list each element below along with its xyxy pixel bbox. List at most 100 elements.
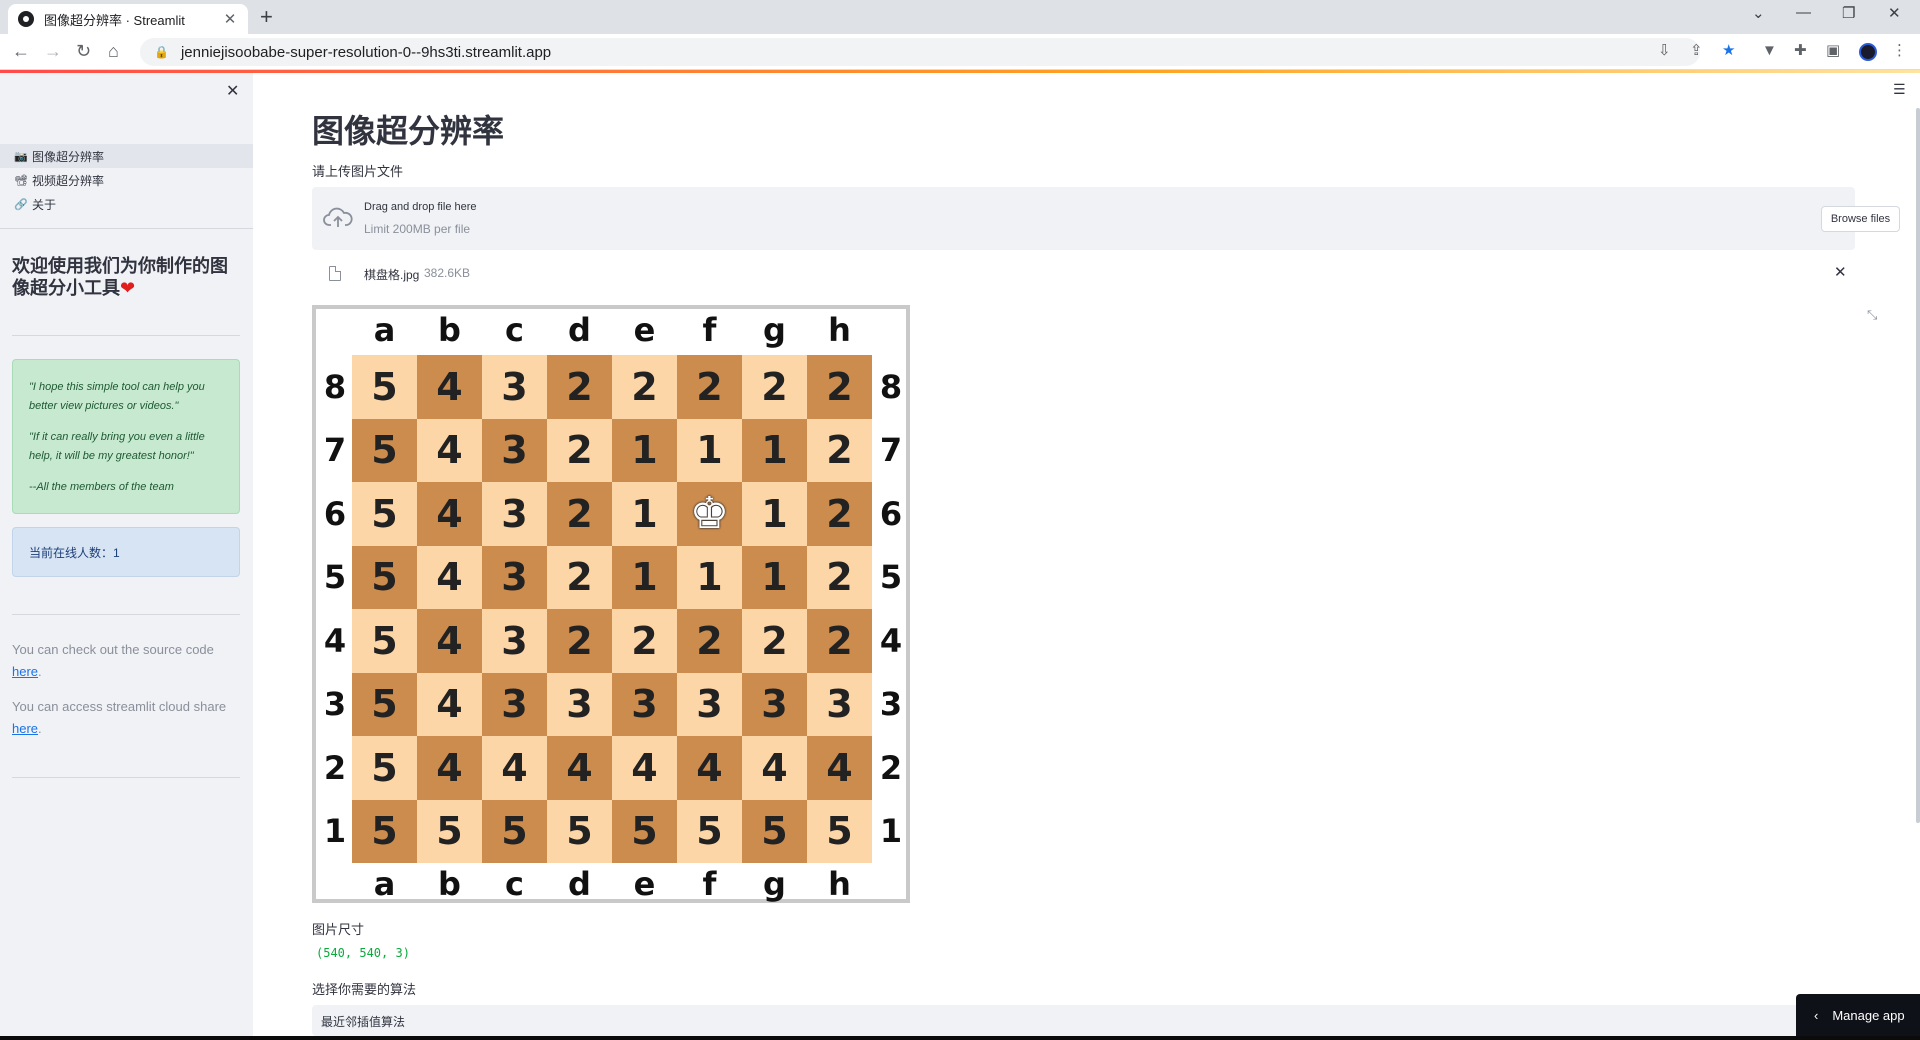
board-square: 4 [417, 355, 482, 419]
board-square: 3 [612, 672, 677, 736]
board-square: 2 [677, 609, 742, 673]
board-square: 5 [352, 799, 417, 863]
rank-coordinate-label: 8 [323, 367, 347, 406]
main-content: ☰ 图像超分辨率 请上传图片文件 Drag and drop file here… [253, 73, 1920, 1036]
board-square: 1 [677, 418, 742, 482]
chrome-menu-icon[interactable]: ⋮ [1892, 43, 1907, 59]
sidebar-item-label: 图像超分辨率 [32, 149, 105, 164]
close-window-button[interactable]: ✕ [1888, 4, 1901, 22]
lock-icon[interactable]: 🔒 [154, 45, 169, 59]
cloud-share-text: You can access streamlit cloud share [12, 699, 227, 714]
board-square: 1 [742, 545, 807, 609]
board-square: 1 [677, 545, 742, 609]
browse-files-button[interactable]: Browse files [1821, 206, 1900, 232]
remove-file-icon[interactable]: ✕ [1834, 263, 1847, 281]
cloud-share-link[interactable]: here [12, 721, 38, 736]
board-square: 5 [482, 799, 547, 863]
board-square: 4 [417, 736, 482, 800]
address-bar[interactable]: 🔒 jenniejisoobabe-super-resolution-0--9h… [140, 38, 1700, 66]
algorithm-select[interactable]: 最近邻插值算法 [312, 1005, 1855, 1036]
board-square: 1 [742, 418, 807, 482]
image-size-value: (540, 540, 3) [316, 946, 410, 960]
bookmark-star-icon[interactable]: ★ [1722, 43, 1735, 59]
restore-button[interactable]: ❐ [1842, 4, 1855, 22]
sidebar: ✕ 📷 图像超分辨率 📽 视频超分辨率 🔗 关于 欢迎使用我们为你制作的图像超分… [0, 73, 253, 1036]
new-tab-button[interactable]: + [260, 6, 273, 28]
sidebar-close-icon[interactable]: ✕ [226, 81, 239, 101]
file-dropzone[interactable]: Drag and drop file here Limit 200MB per … [312, 187, 1900, 250]
board-square: 2 [547, 482, 612, 546]
file-coordinate-label: g [763, 311, 786, 349]
heart-icon: ❤ [120, 278, 136, 298]
board-square: 3 [482, 355, 547, 419]
board-square: 2 [612, 609, 677, 673]
source-code-link[interactable]: here [12, 664, 38, 679]
board-square: 2 [742, 609, 807, 673]
file-size: 382.6KB [424, 266, 471, 280]
file-coordinate-label: a [373, 311, 396, 349]
board-square: 5 [352, 418, 417, 482]
board-square: 5 [742, 799, 807, 863]
extension-v-icon[interactable]: ▼ [1762, 43, 1777, 59]
hamburger-menu-icon[interactable]: ☰ [1893, 81, 1906, 98]
share-icon[interactable]: ⇪ [1690, 43, 1703, 59]
uploaded-image: 5 4 3 2 2 2 2 2 5 4 3 2 1 1 1 2 5 4 3 2 1 ♚ 1 2 5 4 3 2 1 1 1 2 5 4 3 2 2 2 2 2… [312, 305, 910, 903]
page-title: 图像超分辨率 [312, 113, 505, 149]
reload-icon[interactable]: ↻ [76, 41, 91, 61]
sidebar-nav-divider [0, 228, 253, 229]
url-text: jenniejisoobabe-super-resolution-0--9hs3… [180, 43, 552, 61]
back-icon[interactable]: ← [12, 41, 30, 61]
board-square: 1 [612, 482, 677, 546]
board-square: 3 [482, 609, 547, 673]
king-piece-icon: ♚ [677, 482, 742, 546]
board-square: 2 [547, 418, 612, 482]
board-square: 2 [742, 355, 807, 419]
extensions-puzzle-icon[interactable]: ✚ [1794, 43, 1807, 59]
file-coordinate-label: e [633, 311, 656, 349]
side-panel-icon[interactable]: ▣ [1826, 43, 1840, 59]
forward-icon[interactable]: → [44, 41, 62, 61]
online-count-box: 当前在线人数：1 [12, 527, 240, 577]
board-square: 5 [547, 799, 612, 863]
sidebar-item-video-sr[interactable]: 📽 视频超分辨率 [0, 168, 253, 192]
board-square: 3 [807, 672, 872, 736]
welcome-heading: 欢迎使用我们为你制作的图像超分小工具❤ [12, 255, 242, 299]
minimize-button[interactable]: — [1796, 4, 1811, 21]
home-icon[interactable]: ⌂ [108, 41, 119, 61]
fullscreen-icon[interactable]: ⤡ [1867, 307, 1877, 323]
file-coordinate-label: f [702, 865, 717, 903]
board-square: 4 [742, 736, 807, 800]
period: . [38, 721, 42, 736]
upload-label: 请上传图片文件 [312, 164, 404, 179]
board-square: 3 [677, 672, 742, 736]
rank-coordinate-label: 3 [323, 685, 347, 724]
manage-app-button[interactable]: ‹ Manage app [1796, 994, 1920, 1036]
file-coordinate-label: h [828, 311, 851, 349]
file-coordinate-label: h [828, 865, 851, 903]
team-quote-box: "I hope this simple tool can help you be… [12, 359, 240, 514]
rank-coordinate-label: 3 [879, 685, 903, 724]
board-square: 2 [547, 545, 612, 609]
rank-coordinate-label: 7 [879, 431, 903, 470]
sidebar-item-image-sr[interactable]: 📷 图像超分辨率 [0, 144, 253, 168]
uploaded-file-row: 棋盘格.jpg 382.6KB ✕ [312, 260, 1855, 286]
main-scrollbar[interactable] [1916, 108, 1920, 823]
tab-close-icon[interactable]: ✕ [222, 10, 238, 28]
board-square: 2 [612, 355, 677, 419]
board-square: 4 [482, 736, 547, 800]
sidebar-item-about[interactable]: 🔗 关于 [0, 192, 253, 216]
rank-coordinate-label: 5 [323, 558, 347, 597]
board-square: 3 [482, 545, 547, 609]
file-coordinate-label: b [438, 311, 461, 349]
install-app-icon[interactable]: ⇩ [1658, 43, 1671, 59]
browser-tab[interactable]: 图像超分辨率 · Streamlit ✕ [8, 4, 248, 34]
quote-signature: --All the members of the team [29, 481, 174, 493]
board-square: 3 [482, 672, 547, 736]
board-square: 1 [612, 418, 677, 482]
tab-search-icon[interactable]: ⌄ [1752, 4, 1765, 22]
quote-1: "I hope this simple tool can help you be… [29, 381, 205, 412]
board-square: 4 [547, 736, 612, 800]
board-square: 5 [612, 799, 677, 863]
profile-avatar[interactable] [1859, 43, 1877, 61]
rank-coordinate-label: 2 [323, 748, 347, 787]
